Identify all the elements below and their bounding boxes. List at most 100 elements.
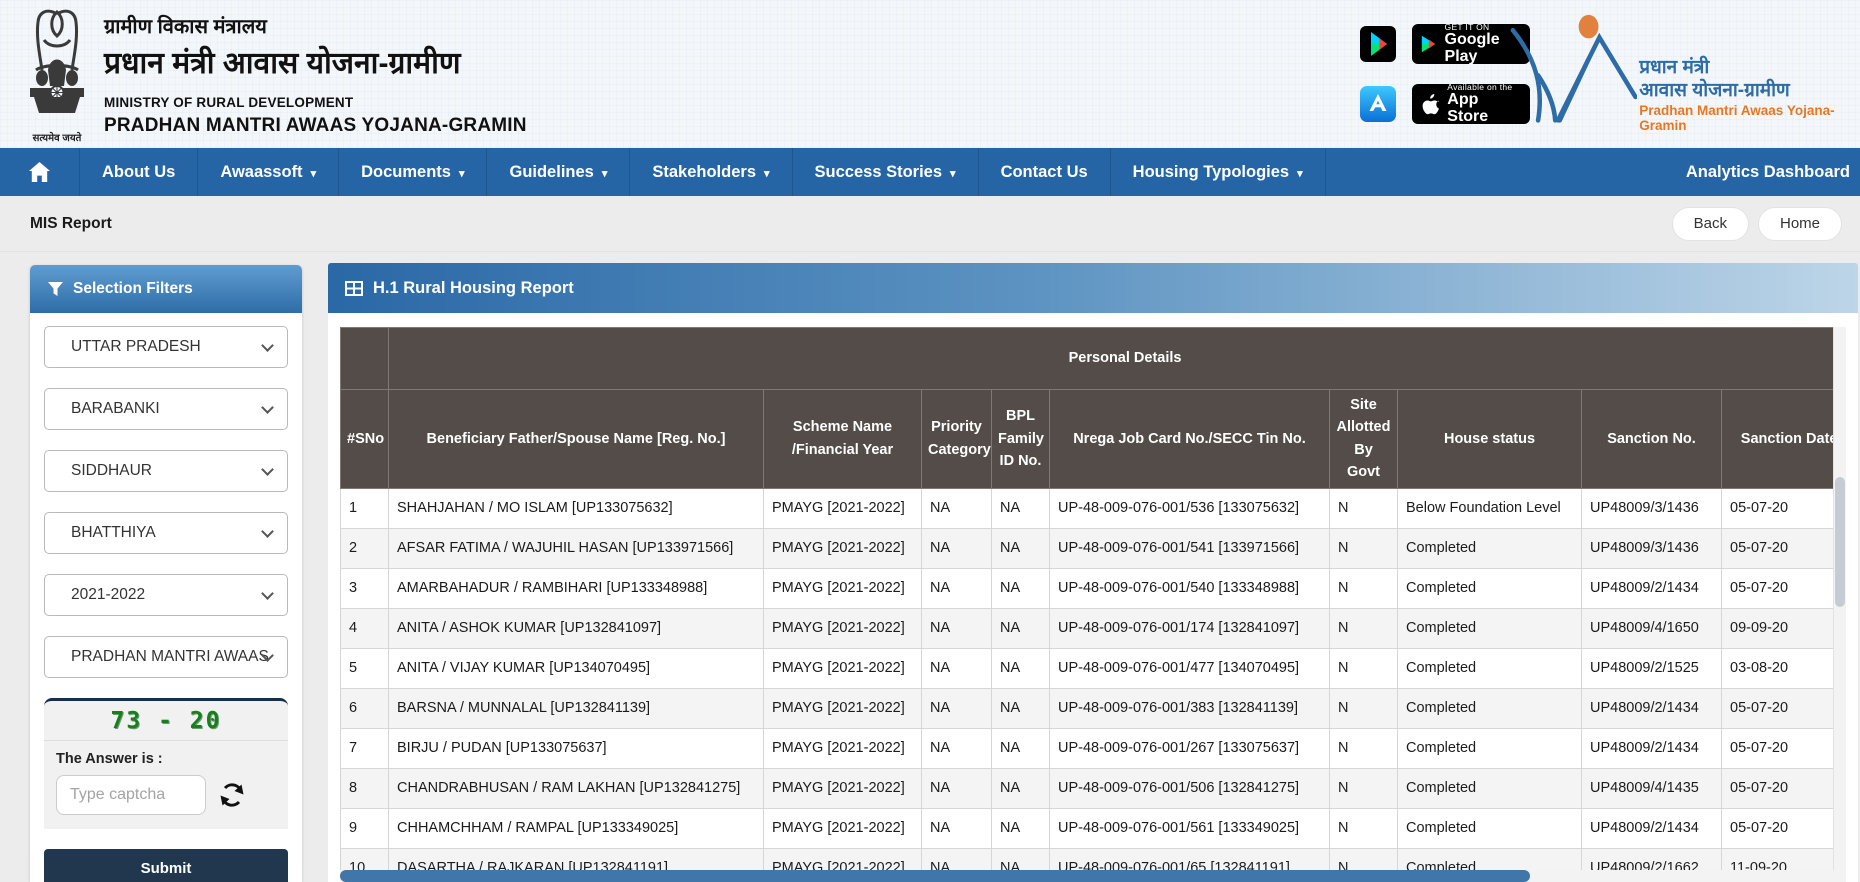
table-cell: Completed — [1397, 527, 1582, 569]
home-button[interactable]: Home — [1757, 206, 1842, 241]
site-header: सत्यमेव जयते ग्रामीण विकास मंत्रालय प्रध… — [0, 0, 1860, 148]
nav-item-contact-us[interactable]: Contact Us — [979, 148, 1111, 196]
analytics-dashboard-link[interactable]: Analytics Dashboard — [1676, 148, 1860, 196]
table-cell: N — [1329, 527, 1398, 569]
nav-item-documents[interactable]: Documents ▾ — [339, 148, 488, 196]
column-header: Beneficiary Father/Spouse Name [Reg. No.… — [388, 389, 764, 489]
caret-down-icon: ▾ — [764, 167, 770, 180]
table-cell: NA — [991, 847, 1050, 870]
google-play-triangle-icon — [1421, 35, 1436, 53]
nav-items: About Us Awaassoft ▾ Documents ▾ Guidelines ▾ S… — [80, 148, 1326, 196]
nav-item-stakeholders[interactable]: Stakeholders ▾ — [630, 148, 793, 196]
block-select[interactable]: SIDDHAUR — [44, 450, 288, 492]
table-cell: NA — [991, 767, 1050, 809]
table-row: 4 ANITA / ASHOK KUMAR [UP132841097] PMAYG … — [340, 607, 1833, 649]
table-cell: NA — [921, 527, 992, 569]
scheme-name-hindi: प्रधान मंत्री आवास योजना-ग्रामीण — [104, 47, 461, 80]
chevron-down-icon — [261, 525, 274, 538]
table-cell: 9 — [340, 807, 389, 849]
table-cell: N — [1329, 727, 1398, 769]
table-cell: ANITA / ASHOK KUMAR [UP132841097] — [388, 607, 764, 649]
logo-line3: Pradhan Mantri Awaas Yojana-Gramin — [1639, 103, 1835, 134]
table-horizontal-scrollbar[interactable] — [340, 870, 1846, 882]
refresh-icon — [220, 783, 244, 807]
table-cell: CHHAMCHHAM / RAMPAL [UP133349025] — [388, 807, 764, 849]
selected-value: BARABANKI — [71, 400, 160, 417]
table-cell: PMAYG [2021-2022] — [763, 727, 922, 769]
nav-item-about-us[interactable]: About Us — [80, 148, 199, 196]
table-cell: N — [1329, 807, 1398, 849]
state-select[interactable]: UTTAR PRADESH — [44, 326, 288, 368]
table-cell: DASARTHA / RAJKARAN [UP132841191] — [388, 847, 764, 870]
table-cell: 3 — [340, 567, 389, 609]
vertical-scrollbar-thumb[interactable] — [1835, 477, 1845, 607]
column-header: Sanction No. — [1581, 389, 1722, 489]
google-play-icon[interactable] — [1360, 26, 1396, 62]
selection-filters-title: Selection Filters — [73, 280, 193, 297]
table-cell: NA — [921, 727, 992, 769]
horizontal-scrollbar-thumb[interactable] — [340, 870, 1530, 882]
filter-icon — [48, 282, 63, 296]
nav-item-label: Housing Typologies — [1132, 162, 1290, 181]
app-store-icon[interactable] — [1360, 86, 1396, 122]
column-header: BPL Family ID No. — [991, 389, 1050, 489]
scheme-name-english: PRADHAN MANTRI AWAAS YOJANA-GRAMIN — [104, 115, 527, 136]
nav-item-label: Documents — [361, 162, 451, 181]
table-cell: UP48009/2/1525 — [1581, 647, 1722, 689]
rural-housing-table: Personal Details #SNo Beneficiary Father/… — [340, 327, 1833, 870]
submit-button[interactable]: Submit — [44, 849, 288, 882]
chevron-down-icon — [261, 587, 274, 600]
table-cell: NA — [921, 487, 992, 529]
scheme-select[interactable]: PRADHAN MANTRI AWAAS — [44, 636, 288, 678]
logo-line2: आवास योजना-ग्रामीण — [1639, 80, 1790, 102]
nav-item-label: Guidelines — [509, 162, 594, 181]
table-cell: UP-48-009-076-001/561 [133349025] — [1049, 807, 1330, 849]
column-header: Nrega Job Card No./SECC Tin No. — [1049, 389, 1330, 489]
table-cell: N — [1329, 687, 1398, 729]
home-icon — [29, 162, 50, 182]
nav-home-item[interactable] — [0, 148, 80, 196]
table-cell: PMAYG [2021-2022] — [763, 487, 922, 529]
captcha-input[interactable] — [56, 775, 206, 815]
table-cell: PMAYG [2021-2022] — [763, 687, 922, 729]
back-button[interactable]: Back — [1671, 206, 1749, 241]
district-select[interactable]: BARABANKI — [44, 388, 288, 430]
nav-item-housing-typologies[interactable]: Housing Typologies ▾ — [1111, 148, 1326, 196]
caret-down-icon: ▾ — [601, 167, 608, 180]
header-titles: ग्रामीण विकास मंत्रालय प्रधान मंत्री आवा… — [104, 12, 527, 137]
report-panel: H.1 Rural Housing Report Personal Detail… — [328, 263, 1858, 882]
table-cell: Completed — [1397, 567, 1582, 609]
table-row: 2 AFSAR FATIMA / WAJUHIL HASAN [UP1339715… — [340, 527, 1833, 569]
financial-year-select[interactable]: 2021-2022 — [44, 574, 288, 616]
panchayat-select[interactable]: BHATTHIYA — [44, 512, 288, 554]
table-cell: Completed — [1397, 687, 1582, 729]
table-cell: UP-48-009-076-001/541 [133971566] — [1049, 527, 1330, 569]
table-cell: 09-09-20 — [1720, 607, 1833, 649]
selected-value: 2021-2022 — [71, 586, 146, 603]
page: सत्यमेव जयते ग्रामीण विकास मंत्रालय प्रध… — [0, 0, 1860, 882]
nav-item-awaassoft[interactable]: Awaassoft ▾ — [198, 148, 340, 196]
breadcrumb-row: MIS Report Back Home — [0, 196, 1860, 252]
table-cell: UP48009/2/1662 — [1581, 847, 1722, 870]
refresh-captcha-button[interactable] — [219, 782, 245, 808]
table-cell: N — [1329, 847, 1398, 870]
selected-value: PRADHAN MANTRI AWAAS — [71, 648, 269, 665]
table-row: 5 ANITA / VIJAY KUMAR [UP134070495] PMAYG … — [340, 647, 1833, 689]
caret-down-icon: ▾ — [950, 167, 956, 180]
table-cell: PMAYG [2021-2022] — [763, 847, 922, 870]
table-cell: NA — [921, 807, 992, 849]
ministry-name-hindi: ग्रामीण विकास मंत्रालय — [104, 16, 267, 38]
table-cell: 4 — [340, 607, 389, 649]
table-cell: PMAYG [2021-2022] — [763, 527, 922, 569]
table-row: 8 CHANDRABHUSAN / RAM LAKHAN [UP132841275… — [340, 767, 1833, 809]
table-cell: UP-48-009-076-001/65 [132841191] — [1049, 847, 1330, 870]
table-cell: PMAYG [2021-2022] — [763, 567, 922, 609]
table-cell: NA — [921, 647, 992, 689]
table-cell: BIRJU / PUDAN [UP133075637] — [388, 727, 764, 769]
nav-item-success-stories[interactable]: Success Stories ▾ — [793, 148, 979, 196]
table-vertical-scrollbar[interactable] — [1833, 327, 1846, 870]
group-header-row: Personal Details — [340, 327, 1833, 390]
table-row: 9 CHHAMCHHAM / RAMPAL [UP133349025] PMAYG … — [340, 807, 1833, 849]
nav-item-guidelines[interactable]: Guidelines ▾ — [487, 148, 631, 196]
table-cell: NA — [991, 487, 1050, 529]
